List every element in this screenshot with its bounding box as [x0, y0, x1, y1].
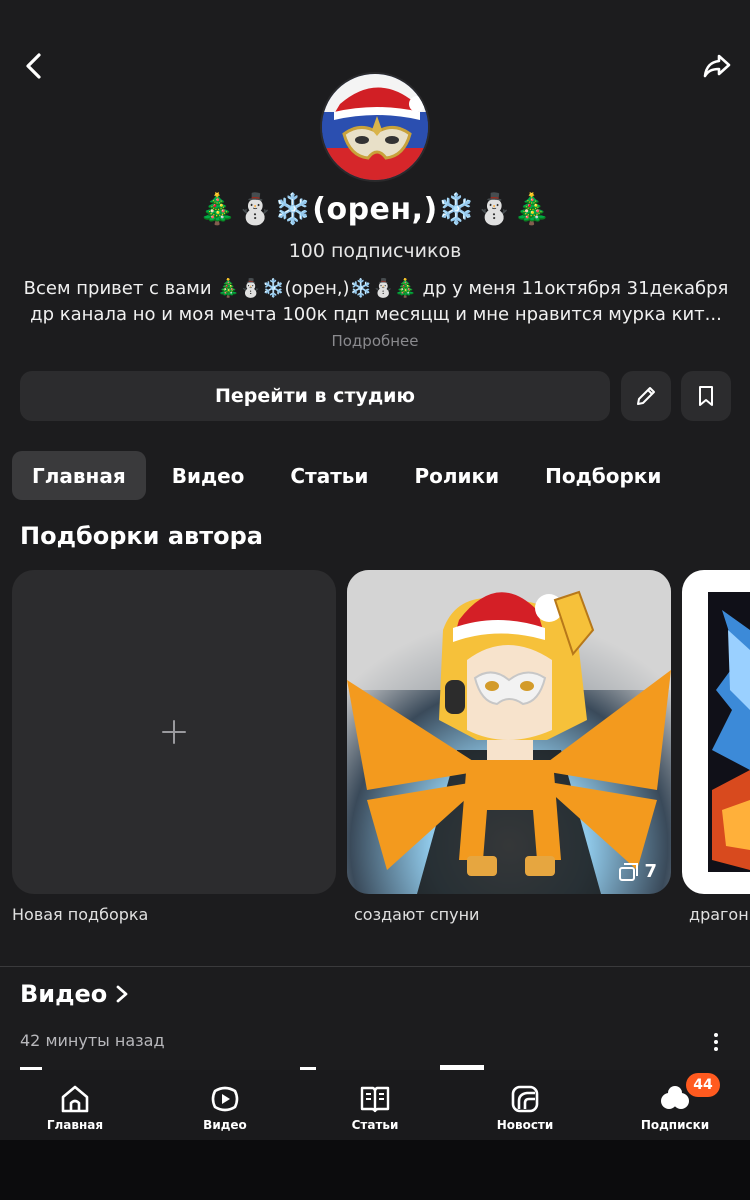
edit-button[interactable]	[621, 371, 671, 421]
home-icon	[61, 1085, 89, 1113]
bottom-navigation: Главная Видео Статьи Новости 44 Подписки	[0, 1070, 750, 1140]
video-section-title: Видео	[20, 980, 108, 1008]
collection-card[interactable]: 7	[347, 570, 671, 894]
chevron-right-icon	[116, 985, 128, 1003]
description-line: др канала но и моя мечта 100к пдп месяцщ…	[30, 304, 722, 325]
channel-description: Всем привет с вами 🎄⛄❄️(орен,)❄️⛄🎄 др у …	[20, 276, 732, 328]
subscriber-count: 100 подписчиков	[288, 240, 462, 262]
collection-count-value: 7	[644, 861, 657, 882]
channel-tabs: Главная Видео Статьи Ролики Подборки	[12, 451, 681, 500]
bookmark-button[interactable]	[681, 371, 731, 421]
collection-caption: Новая подборка	[12, 905, 149, 924]
book-icon	[360, 1086, 390, 1113]
share-arrow-icon	[703, 54, 731, 78]
system-navigation-area	[0, 1140, 750, 1200]
description-line: Всем привет с вами 🎄⛄❄️(орен,)❄️⛄🎄 др у …	[23, 278, 729, 299]
avatar-image	[322, 74, 428, 180]
tab-articles[interactable]: Статьи	[270, 451, 388, 500]
new-collection-card[interactable]	[12, 570, 336, 894]
collection-count: 7	[618, 861, 657, 882]
video-section-link[interactable]: Видео	[20, 980, 129, 1008]
section-divider	[0, 966, 750, 967]
nav-home[interactable]: Главная	[0, 1070, 150, 1140]
play-icon	[211, 1086, 239, 1112]
back-button[interactable]	[14, 46, 54, 86]
nav-label: Новости	[496, 1118, 554, 1132]
pencil-icon	[637, 387, 655, 405]
tab-collections[interactable]: Подборки	[525, 451, 681, 500]
chevron-left-icon	[26, 53, 41, 79]
nav-video[interactable]: Видео	[150, 1070, 300, 1140]
more-link[interactable]: Подробнее	[0, 332, 750, 350]
collection-card[interactable]	[682, 570, 750, 894]
nav-label: Статьи	[351, 1118, 399, 1132]
nav-label: Подписки	[640, 1118, 710, 1132]
collections-title: Подборки автора	[20, 522, 263, 550]
channel-page: 🎄⛄❄️(орен,)❄️⛄🎄 100 подписчиков Всем при…	[0, 0, 750, 1140]
tab-main[interactable]: Главная	[12, 451, 146, 500]
bookmark-icon	[699, 386, 713, 406]
tab-shorts[interactable]: Ролики	[394, 451, 519, 500]
nav-news[interactable]: Новости	[450, 1070, 600, 1140]
nav-label: Главная	[46, 1118, 104, 1132]
collection-cover-image	[682, 570, 750, 894]
channel-name: 🎄⛄❄️(орен,)❄️⛄🎄	[198, 192, 552, 227]
notification-badge: 44	[686, 1073, 720, 1097]
nav-label: Видео	[203, 1118, 247, 1132]
stack-icon	[619, 862, 639, 881]
share-button[interactable]	[697, 46, 737, 86]
collection-caption: создают спуни	[354, 905, 480, 924]
channel-avatar[interactable]	[320, 72, 430, 182]
go-to-studio-button[interactable]: Перейти в студию	[20, 371, 610, 421]
nav-articles[interactable]: Статьи	[300, 1070, 450, 1140]
news-icon	[511, 1085, 539, 1113]
kebab-menu-icon	[714, 1033, 718, 1051]
nav-subscriptions[interactable]: 44 Подписки	[600, 1070, 750, 1140]
tab-video[interactable]: Видео	[152, 451, 265, 500]
video-timestamp: 42 минуты назад	[20, 1031, 165, 1050]
more-options-button[interactable]	[702, 1028, 730, 1056]
collection-caption: драгонь	[689, 905, 750, 924]
collection-cover-image	[347, 570, 671, 894]
plus-icon	[162, 720, 186, 744]
